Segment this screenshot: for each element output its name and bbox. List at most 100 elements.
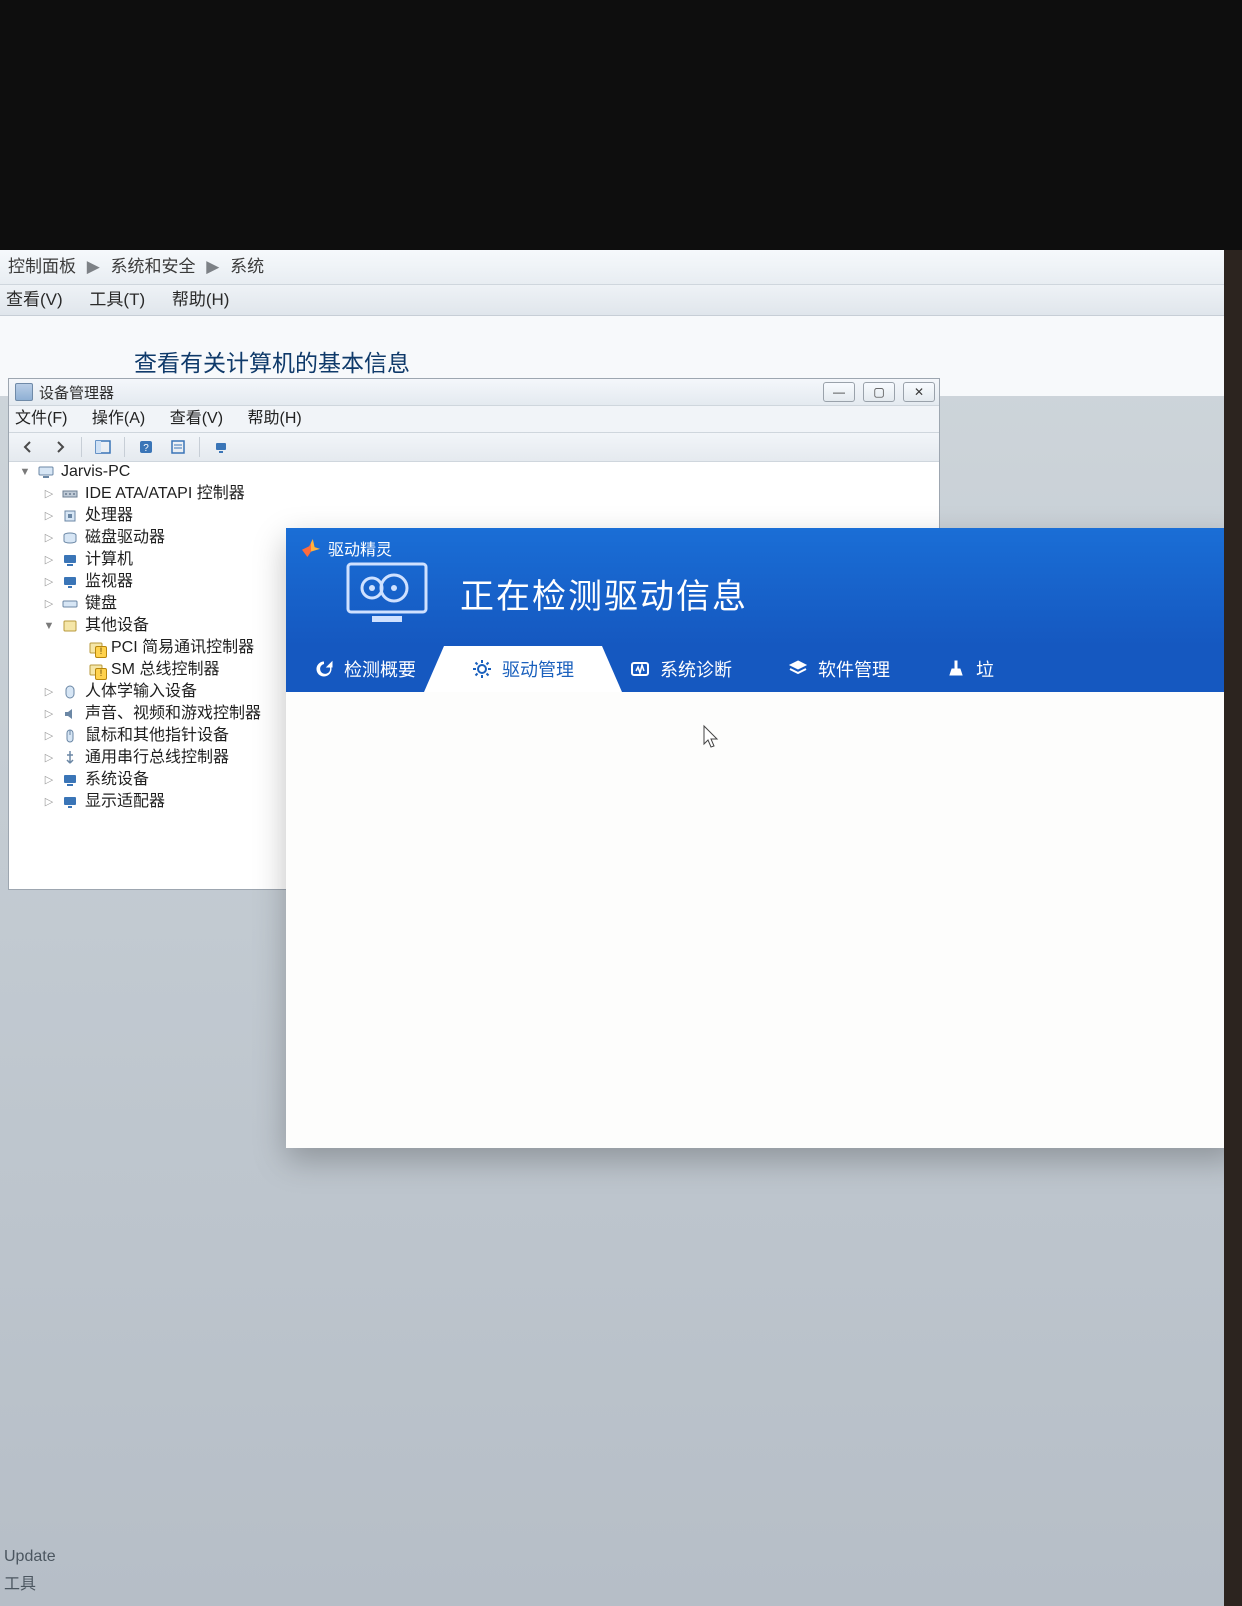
tab-label: 软件管理	[818, 656, 890, 682]
expand-toggle[interactable]	[43, 571, 55, 593]
sidebar-link-update[interactable]: Update	[4, 1548, 56, 1566]
tree-node-label: PCI 简易通讯控制器	[111, 637, 254, 659]
expand-toggle[interactable]	[43, 747, 55, 769]
toolbar-separator	[124, 437, 125, 457]
tab-drivers[interactable]: 驱动管理	[444, 646, 602, 692]
expand-toggle[interactable]	[43, 483, 55, 505]
tab-label: 驱动管理	[502, 656, 574, 682]
breadcrumb-item[interactable]: 系统	[230, 257, 264, 276]
header[interactable]: 驱动精灵 正在检测驱动信息	[286, 528, 1224, 646]
menu-help[interactable]: 帮助(H)	[172, 290, 230, 309]
system-icon	[61, 772, 79, 788]
tab-software[interactable]: 软件管理	[760, 646, 918, 692]
tree-node-label: IDE ATA/ATAPI 控制器	[85, 483, 245, 505]
breadcrumb[interactable]: 控制面板 ▶ 系统和安全 ▶ 系统	[0, 250, 1224, 285]
app-name: 驱动精灵	[328, 536, 392, 560]
tree-node-label: 处理器	[85, 505, 133, 527]
menu-view[interactable]: 查看(V)	[170, 410, 223, 427]
unknown-device-icon	[87, 640, 105, 656]
tree-node-label: 人体学输入设备	[85, 681, 197, 703]
tree-node-label: 键盘	[85, 593, 117, 615]
hid-icon	[61, 684, 79, 700]
expand-toggle[interactable]	[43, 769, 55, 791]
tree-node-cpu[interactable]: 处理器	[15, 505, 933, 527]
menu-view[interactable]: 查看(V)	[6, 290, 63, 309]
close-button[interactable]: ✕	[903, 382, 935, 402]
desktop: 控制面板 ▶ 系统和安全 ▶ 系统 查看(V) 工具(T) 帮助(H) 查看有关…	[0, 250, 1224, 1606]
minimize-button[interactable]: —	[823, 382, 855, 402]
device-manager-icon	[15, 383, 33, 401]
tree-node-label: 通用串行总线控制器	[85, 747, 229, 769]
tree-node-label: 监视器	[85, 571, 133, 593]
breadcrumb-item[interactable]: 控制面板	[8, 257, 76, 276]
expand-toggle[interactable]	[43, 615, 55, 637]
breadcrumb-item[interactable]: 系统和安全	[111, 257, 196, 276]
tree-node-label: SM 总线控制器	[111, 659, 219, 681]
expand-toggle[interactable]	[43, 681, 55, 703]
tree-node-label: 声音、视频和游戏控制器	[85, 703, 261, 725]
expand-toggle[interactable]	[43, 549, 55, 571]
content-area	[286, 692, 1224, 1148]
breadcrumb-separator: ▶	[206, 257, 219, 276]
sound-icon	[61, 706, 79, 722]
maximize-button[interactable]: ▢	[863, 382, 895, 402]
tree-node-label: 其他设备	[85, 615, 149, 637]
monitor-icon	[61, 574, 79, 590]
refresh-icon	[314, 659, 334, 679]
expand-toggle[interactable]	[43, 505, 55, 527]
tab-label: 系统诊断	[660, 656, 732, 682]
tab-label: 垃	[976, 656, 994, 682]
cpu-icon	[61, 508, 79, 524]
properties-button[interactable]	[165, 435, 191, 459]
mouse-icon	[61, 728, 79, 744]
monitor-bezel	[0, 0, 1242, 250]
tree-node-label: 磁盘驱动器	[85, 527, 165, 549]
gear-icon	[472, 659, 492, 679]
app-logo: 驱动精灵	[286, 528, 392, 560]
toolbar-separator	[81, 437, 82, 457]
forward-button[interactable]	[47, 435, 73, 459]
monitor-right-edge	[1224, 250, 1242, 1606]
tab-label: 检测概要	[344, 656, 416, 682]
expand-toggle[interactable]	[19, 461, 31, 483]
expand-toggle[interactable]	[43, 703, 55, 725]
sidebar-link-tools[interactable]: 工具	[4, 1570, 36, 1594]
menu-help[interactable]: 帮助(H)	[247, 410, 301, 427]
titlebar[interactable]: 设备管理器 — ▢ ✕	[9, 379, 939, 406]
driver-genius-window: 驱动精灵 正在检测驱动信息	[286, 528, 1224, 1148]
scan-monitor-icon	[342, 558, 432, 628]
menu-action[interactable]: 操作(A)	[92, 410, 145, 427]
computer-icon	[61, 552, 79, 568]
tree-root[interactable]: Jarvis-PC	[15, 461, 933, 483]
control-panel-menubar[interactable]: 查看(V) 工具(T) 帮助(H)	[0, 285, 1224, 316]
tree-node-label: 鼠标和其他指针设备	[85, 725, 229, 747]
expand-toggle[interactable]	[43, 725, 55, 747]
tab-diagnosis[interactable]: 系统诊断	[602, 646, 760, 692]
menu-tools[interactable]: 工具(T)	[89, 290, 145, 309]
unknown-device-icon	[87, 662, 105, 678]
help-button[interactable]: ?	[133, 435, 159, 459]
svg-text:?: ?	[143, 443, 149, 454]
device-manager-menubar[interactable]: 文件(F) 操作(A) 查看(V) 帮助(H)	[9, 406, 939, 433]
menu-file[interactable]: 文件(F)	[15, 410, 67, 427]
tree-node-ide[interactable]: IDE ATA/ATAPI 控制器	[15, 483, 933, 505]
show-hide-console-tree-button[interactable]	[90, 435, 116, 459]
expand-toggle[interactable]	[43, 593, 55, 615]
display-adapter-icon	[61, 794, 79, 810]
expand-toggle[interactable]	[43, 527, 55, 549]
toolbar-separator	[199, 437, 200, 457]
breadcrumb-separator: ▶	[87, 257, 100, 276]
tree-node-label: 显示适配器	[85, 791, 165, 813]
expand-toggle[interactable]	[43, 791, 55, 813]
window-title: 设备管理器	[39, 382, 114, 403]
back-button[interactable]	[15, 435, 41, 459]
controller-icon	[61, 486, 79, 502]
tree-root-label: Jarvis-PC	[61, 461, 130, 483]
tab-overview[interactable]: 检测概要	[286, 646, 444, 692]
bird-icon	[302, 539, 320, 557]
diagnosis-icon	[630, 659, 650, 679]
tabbar: 检测概要 驱动管理 系统诊断 软件管理	[286, 646, 1224, 692]
scan-hardware-button[interactable]	[208, 435, 234, 459]
tree-node-label: 系统设备	[85, 769, 149, 791]
tab-cleanup[interactable]: 垃	[918, 646, 1022, 692]
